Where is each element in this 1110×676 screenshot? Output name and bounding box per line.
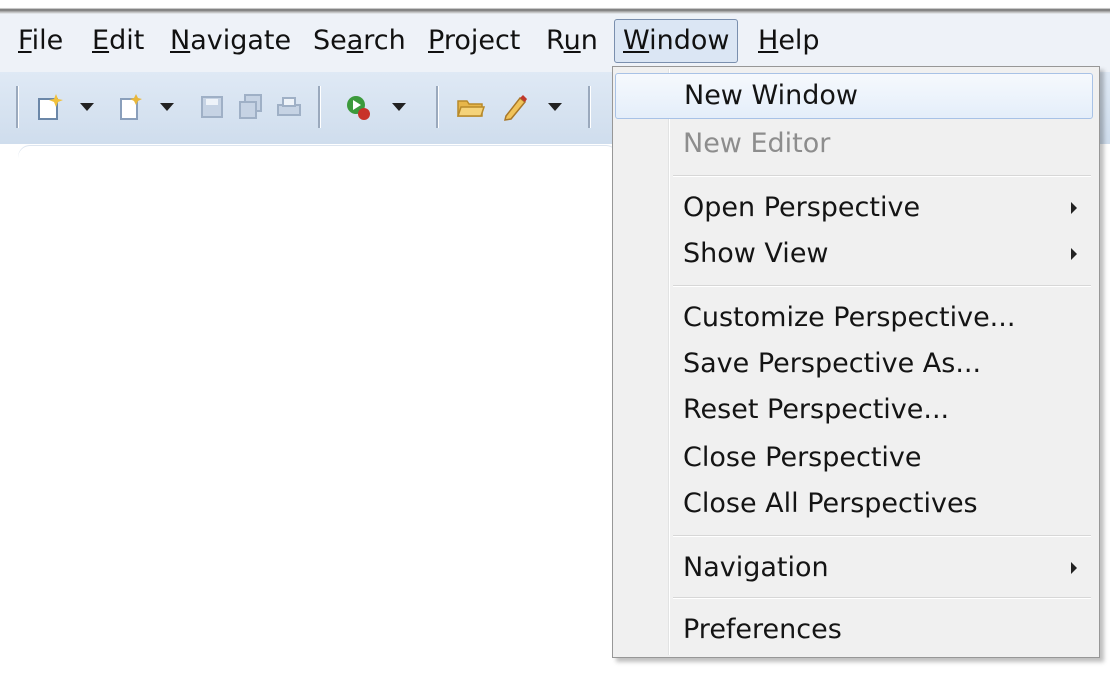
menu-item-customize-perspective[interactable]: Customize Perspective... [615, 295, 1095, 341]
submenu-arrow-icon [1071, 562, 1077, 574]
pencil-icon[interactable] [500, 92, 530, 122]
menu-item-close-all-perspectives[interactable]: Close All Perspectives [615, 481, 1095, 527]
menu-item-reset-perspective[interactable]: Reset Perspective... [615, 387, 1095, 433]
window-menu: New Window New Editor Open Perspective S… [612, 66, 1100, 658]
menu-search-mnemonic: a [346, 25, 364, 56]
menu-run-label: n [580, 25, 598, 56]
menu-run-pre: R [546, 25, 564, 56]
menu-file[interactable]: File [10, 19, 71, 63]
run-dropdown-icon[interactable] [392, 103, 406, 111]
menu-item-label: Reset Perspective... [683, 394, 950, 425]
menu-item-close-perspective[interactable]: Close Perspective [615, 435, 1095, 481]
new-file-icon[interactable] [118, 92, 148, 122]
menu-window-mnemonic: W [623, 25, 650, 56]
run-icon[interactable] [344, 92, 374, 122]
toolbar-separator [16, 86, 19, 128]
menu-item-navigation[interactable]: Navigation [615, 545, 1095, 591]
menu-navigate-label: avigate [190, 25, 292, 56]
menu-file-label: ile [31, 25, 64, 56]
menu-item-show-view[interactable]: Show View [615, 231, 1095, 277]
menu-item-new-window[interactable]: New Window [615, 73, 1093, 119]
new-file-dropdown-icon[interactable] [160, 103, 174, 111]
pencil-dropdown-icon[interactable] [548, 103, 562, 111]
menu-edit[interactable]: Edit [84, 19, 152, 63]
submenu-arrow-icon [1071, 248, 1077, 260]
save-all-icon[interactable] [236, 92, 266, 122]
open-folder-icon[interactable] [456, 92, 486, 122]
menu-search-pre: Se [313, 25, 347, 56]
menu-run[interactable]: Run [538, 19, 606, 63]
menu-project-mnemonic: P [428, 25, 444, 56]
save-icon[interactable] [198, 92, 228, 122]
menu-item-label: Customize Perspective... [683, 302, 1016, 333]
menu-item-label: Preferences [683, 614, 842, 645]
menu-item-label: Save Perspective As... [683, 348, 982, 379]
menu-separator [673, 597, 1091, 599]
menu-search[interactable]: Search [305, 19, 414, 63]
menu-navigate-mnemonic: N [170, 25, 191, 56]
menu-project-label: roject [443, 25, 521, 56]
menu-window-label: indow [649, 25, 730, 56]
menu-separator [673, 285, 1091, 287]
menu-navigate[interactable]: Navigate [162, 19, 299, 63]
menu-item-label: Show View [683, 238, 829, 269]
menu-item-label: New Editor [683, 128, 831, 159]
menu-file-mnemonic: F [18, 25, 32, 56]
menu-search-label: rch [363, 25, 406, 56]
menu-run-mnemonic: u [563, 25, 581, 56]
menu-item-new-editor: New Editor [615, 121, 1095, 167]
menu-item-open-perspective[interactable]: Open Perspective [615, 185, 1095, 231]
menu-item-label: Close All Perspectives [683, 488, 978, 519]
menu-separator [673, 535, 1091, 537]
menu-item-save-perspective-as[interactable]: Save Perspective As... [615, 341, 1095, 387]
menu-help-label: elp [778, 25, 820, 56]
toolbar-separator [436, 86, 439, 128]
menu-edit-label: dit [109, 25, 145, 56]
toolbar-separator [318, 86, 321, 128]
menu-window[interactable]: Window [614, 19, 739, 63]
menu-item-label: New Window [684, 80, 858, 111]
menu-item-preferences[interactable]: Preferences [615, 607, 1095, 653]
print-icon[interactable] [274, 92, 304, 122]
menu-edit-mnemonic: E [92, 25, 110, 56]
menu-item-label: Open Perspective [683, 192, 921, 223]
editor-area[interactable] [18, 146, 618, 676]
menu-help-mnemonic: H [758, 25, 779, 56]
menu-separator [673, 175, 1091, 177]
menu-item-label: Navigation [683, 552, 829, 583]
toolbar-separator [588, 86, 591, 128]
menu-item-label: Close Perspective [683, 442, 922, 473]
submenu-arrow-icon [1071, 202, 1077, 214]
new-wizard-dropdown-icon[interactable] [80, 103, 94, 111]
menu-bar: File Edit Navigate Search Project Run Wi… [0, 14, 1110, 72]
menu-project[interactable]: Project [420, 19, 528, 63]
new-wizard-icon[interactable] [36, 92, 66, 122]
menu-help[interactable]: Help [750, 19, 828, 63]
window-top-edge [0, 0, 1110, 14]
